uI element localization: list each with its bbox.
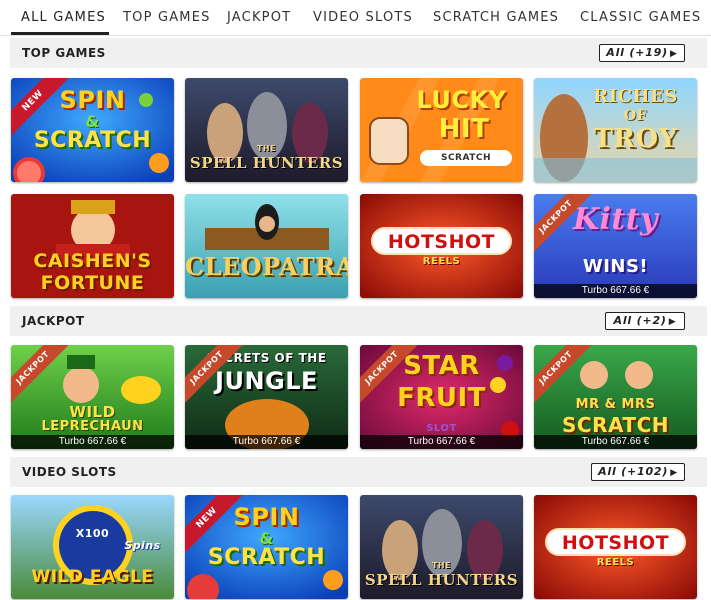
- game-tile-spell-hunters[interactable]: THE SPELL HUNTERS: [185, 78, 348, 182]
- section-header-top-games: TOP GAMES All (+19) ▶: [10, 38, 707, 68]
- game-title: CAISHEN'S: [33, 250, 152, 272]
- game-subtitle: SCRATCH: [33, 128, 152, 153]
- section-header-video-slots: VIDEO SLOTS All (+102) ▶: [10, 457, 707, 487]
- view-all-label: All (+102): [598, 465, 669, 478]
- game-category-nav: ALL GAMES TOP GAMES JACKPOT VIDEO SLOTS …: [0, 0, 711, 36]
- section-title: TOP GAMES: [22, 46, 106, 60]
- view-all-label: All (+19): [606, 46, 668, 59]
- game-tile-caishens-fortune[interactable]: CAISHEN'S FORTUNE: [11, 194, 174, 298]
- game-title: LUCKY: [416, 86, 507, 114]
- game-title: HOTSHOT: [387, 231, 496, 253]
- game-title: RICHES: [593, 86, 678, 107]
- view-all-label: All (+2): [613, 314, 667, 327]
- jackpot-amount: Turbo 667.66 €: [534, 435, 697, 449]
- game-title-prefix: THE: [431, 561, 452, 570]
- game-subtitle: WINS!: [582, 256, 649, 277]
- game-title-2: SCRATCH: [562, 413, 669, 437]
- game-tile-riches-of-troy[interactable]: RICHES OF TROY: [534, 78, 697, 182]
- play-arrow-icon: ▶: [670, 468, 678, 478]
- game-tile-kitty-wins[interactable]: Kitty WINS! JACKPOT Turbo 667.66 €: [534, 194, 697, 298]
- game-title-2: FORTUNE: [40, 272, 145, 294]
- nav-tab-video-slots[interactable]: VIDEO SLOTS: [313, 10, 413, 25]
- jackpot-amount: Turbo 667.66 €: [534, 284, 697, 298]
- game-tile-hotshot-reels-2[interactable]: HOTSHOT REELS: [534, 495, 697, 599]
- game-title-2: LEPRECHAUN: [41, 419, 144, 434]
- game-tile-wild-eagle[interactable]: X100 Spins WILD EAGLE: [11, 495, 174, 599]
- game-subtitle: REELS: [596, 557, 635, 568]
- game-title-3: TROY: [593, 124, 678, 154]
- game-tile-spell-hunters-2[interactable]: THE SPELL HUNTERS: [360, 495, 523, 599]
- game-title: CLEOPATRA: [185, 252, 348, 281]
- nav-tab-classic-games[interactable]: CLASSIC GAMES: [580, 10, 701, 25]
- nav-tab-jackpot[interactable]: JACKPOT: [227, 10, 291, 25]
- game-tile-spin-scratch-2[interactable]: SPIN & SCRATCH NEW: [185, 495, 348, 599]
- game-tile-secrets-of-the-jungle[interactable]: SECRETS OF THE JUNGLE JACKPOT Turbo 667.…: [185, 345, 348, 449]
- game-title-2: OF: [623, 108, 648, 124]
- game-title: SPELL HUNTERS: [364, 571, 519, 589]
- game-tile-cleopatra[interactable]: CLEOPATRA: [185, 194, 348, 298]
- section-title: VIDEO SLOTS: [22, 465, 117, 479]
- section-title: JACKPOT: [22, 314, 85, 328]
- game-subtitle: Spins: [124, 539, 161, 552]
- section-header-jackpot: JACKPOT All (+2) ▶: [10, 306, 707, 336]
- nav-divider: [0, 35, 711, 36]
- game-title-2: FRUIT: [397, 383, 486, 413]
- game-tile-spin-scratch[interactable]: SPIN & SCRATCH NEW: [11, 78, 174, 182]
- game-title: SPELL HUNTERS: [189, 154, 344, 172]
- jackpot-amount: Turbo 667.66 €: [185, 435, 348, 449]
- game-tile-lucky-hit[interactable]: LUCKY HIT SCRATCH: [360, 78, 523, 182]
- game-subtitle: SLOT: [426, 423, 457, 434]
- game-tile-wild-leprechaun[interactable]: WILD LEPRECHAUN JACKPOT Turbo 667.66 €: [11, 345, 174, 449]
- nav-tab-scratch-games[interactable]: SCRATCH GAMES: [433, 10, 559, 25]
- game-title: WILD EAGLE: [31, 567, 154, 587]
- game-title: HOTSHOT: [561, 532, 670, 554]
- game-title: MR & MRS: [575, 397, 656, 412]
- view-all-jackpot-button[interactable]: All (+2) ▶: [605, 312, 685, 330]
- view-all-video-slots-button[interactable]: All (+102) ▶: [591, 463, 685, 481]
- play-arrow-icon: ▶: [669, 49, 678, 59]
- jackpot-amount: Turbo 667.66 €: [11, 435, 174, 449]
- nav-tab-all-games[interactable]: ALL GAMES: [21, 10, 106, 25]
- play-arrow-icon: ▶: [668, 317, 677, 327]
- game-tile-star-fruit[interactable]: STAR FRUIT SLOT JACKPOT Turbo 667.66 €: [360, 345, 523, 449]
- nav-tab-top-games[interactable]: TOP GAMES: [123, 10, 211, 25]
- game-subtitle: REELS: [422, 256, 461, 267]
- jackpot-amount: Turbo 667.66 €: [360, 435, 523, 449]
- game-title-prefix: THE: [256, 144, 277, 153]
- game-subtitle: SCRATCH: [440, 153, 492, 163]
- game-title-2: HIT: [438, 114, 490, 144]
- view-all-top-games-button[interactable]: All (+19) ▶: [599, 44, 685, 62]
- cleopatra-artwork: [185, 194, 348, 298]
- game-tile-mr-mrs-scratch[interactable]: MR & MRS SCRATCH JACKPOT Turbo 667.66 €: [534, 345, 697, 449]
- game-subtitle: SCRATCH: [207, 545, 326, 570]
- game-tile-hotshot-reels[interactable]: HOTSHOT REELS: [360, 194, 523, 298]
